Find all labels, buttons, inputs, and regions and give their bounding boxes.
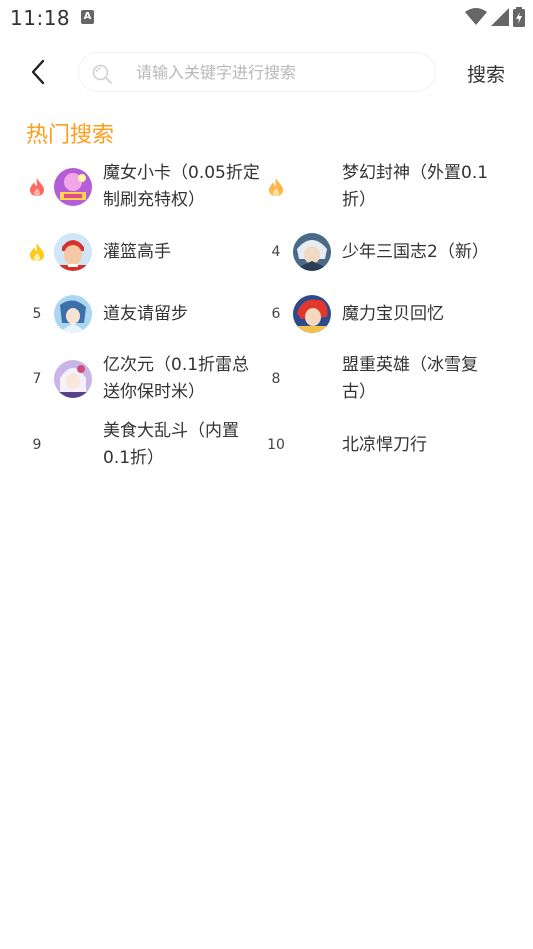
hot-item[interactable]: 10 北凉悍刀行 [265,415,505,475]
notification-a-icon: A [81,10,94,24]
game-icon-basketball [54,233,92,271]
battery-icon [513,7,525,27]
signal-icon [491,8,509,26]
game-name: 道友请留步 [103,303,188,324]
game-name: 少年三国志2（新） [342,241,489,262]
rank-number: 8 [271,371,281,387]
back-button[interactable] [22,56,54,88]
game-name: 魔力宝贝回忆 [342,303,444,324]
rank-number: 5 [32,306,42,322]
flame-red-icon [30,178,44,196]
rank-number: 10 [267,437,285,453]
rank-number: 4 [271,244,281,260]
search-button[interactable]: 搜索 [467,60,505,87]
search-icon [92,64,112,84]
game-name: 美食大乱斗（内置0.1折） [103,421,239,468]
hot-item[interactable]: 梦幻封神（外置0.1折） [265,157,505,217]
game-name: 梦幻封神（外置0.1折） [342,163,489,210]
search-box[interactable] [78,52,436,92]
search-input[interactable] [136,53,426,91]
game-icon-silverhair [293,233,331,271]
wifi-icon [465,8,487,25]
game-icon-daoyou [54,295,92,333]
hot-item[interactable]: 8 盟重英雄（冰雪复古） [265,349,505,409]
game-name: 北凉悍刀行 [342,434,427,455]
hot-item[interactable]: 9 美食大乱斗（内置0.1折） [26,415,266,475]
game-name: 魔女小卡（0.05折定制刷充特权） [103,163,260,210]
status-bar: 11:18 A [0,0,533,36]
rank-number: 6 [271,306,281,322]
game-name: 盟重英雄（冰雪复古） [342,355,478,402]
game-icon-redhair [293,295,331,333]
rank-number: 7 [32,371,42,387]
hot-item[interactable]: 7 亿次元（0.1折雷总送你保时米） [26,349,266,409]
status-indicators [465,7,525,27]
hot-search-title: 热门搜索 [26,123,115,148]
chevron-left-icon [31,59,45,85]
game-icon-whitehair [54,360,92,398]
flame-orange-icon [269,178,283,196]
rank-number: 9 [32,437,42,453]
hot-item[interactable]: 灌篮高手 [26,222,266,282]
status-time: 11:18 [10,6,71,30]
game-name: 亿次元（0.1折雷总送你保时米） [103,355,250,402]
search-header: 搜索 [0,48,533,96]
hot-item[interactable]: 4 少年三国志2（新） [265,222,505,282]
game-name: 灌篮高手 [103,241,171,262]
hot-item[interactable]: 5 道友请留步 [26,284,266,344]
flame-yellow-icon [30,243,44,261]
game-icon-mojo [54,168,92,206]
hot-item[interactable]: 魔女小卡（0.05折定制刷充特权） [26,157,266,217]
hot-item[interactable]: 6 魔力宝贝回忆 [265,284,505,344]
